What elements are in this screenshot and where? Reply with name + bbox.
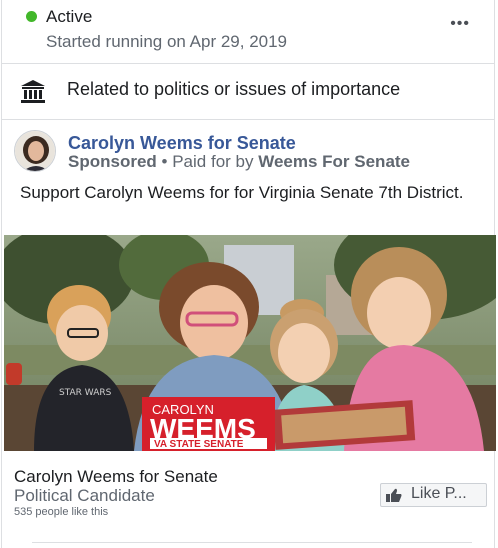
active-status-dot — [26, 11, 37, 22]
footer-page-category: Political Candidate — [14, 486, 155, 505]
sponsored-label: Sponsored — [68, 152, 157, 171]
more-options-icon[interactable]: ••• — [450, 16, 470, 32]
politics-notice: Related to politics or issues of importa… — [2, 64, 494, 120]
logo-subtitle: VA STATE SENATE — [154, 439, 244, 450]
ad-status-section: Active Started running on Apr 29, 2019 •… — [2, 0, 494, 64]
footer-page-name[interactable]: Carolyn Weems for Senate — [14, 467, 218, 487]
advertiser-page-link[interactable]: Carolyn Weems for Senate — [68, 133, 296, 154]
page-avatar[interactable] — [14, 130, 56, 172]
politics-notice-text: Related to politics or issues of importa… — [67, 79, 401, 99]
sponsored-line: Sponsored • Paid for by Weems For Senate — [68, 152, 410, 172]
ad-footer: Carolyn Weems for Senate Political Candi… — [2, 452, 494, 522]
ad-body-text: Support Carolyn Weems for for Virginia S… — [20, 183, 464, 202]
started-running-date: Started running on Apr 29, 2019 — [46, 32, 288, 51]
footer-like-count: 535 people like this — [14, 506, 109, 518]
separator-dot: • — [161, 152, 168, 171]
paid-for-by-name[interactable]: Weems For Senate — [258, 152, 410, 171]
like-page-button[interactable]: Like P... — [380, 483, 487, 507]
government-building-icon — [21, 80, 45, 103]
campaign-photo: STAR WARS CAROLYN WEEMS VA STATE SENATE — [4, 235, 496, 451]
avatar-image — [15, 131, 55, 171]
like-page-label: Like P... — [411, 485, 467, 502]
divider — [32, 542, 472, 543]
paid-for-prefix: Paid for by — [172, 152, 254, 171]
ad-library-card: Active Started running on Apr 29, 2019 •… — [1, 0, 496, 548]
status-label: Active — [46, 7, 93, 26]
shirt-text: STAR WARS — [59, 388, 112, 398]
thumbs-up-icon — [386, 488, 402, 502]
ad-image[interactable]: STAR WARS CAROLYN WEEMS VA STATE SENATE — [4, 235, 496, 451]
